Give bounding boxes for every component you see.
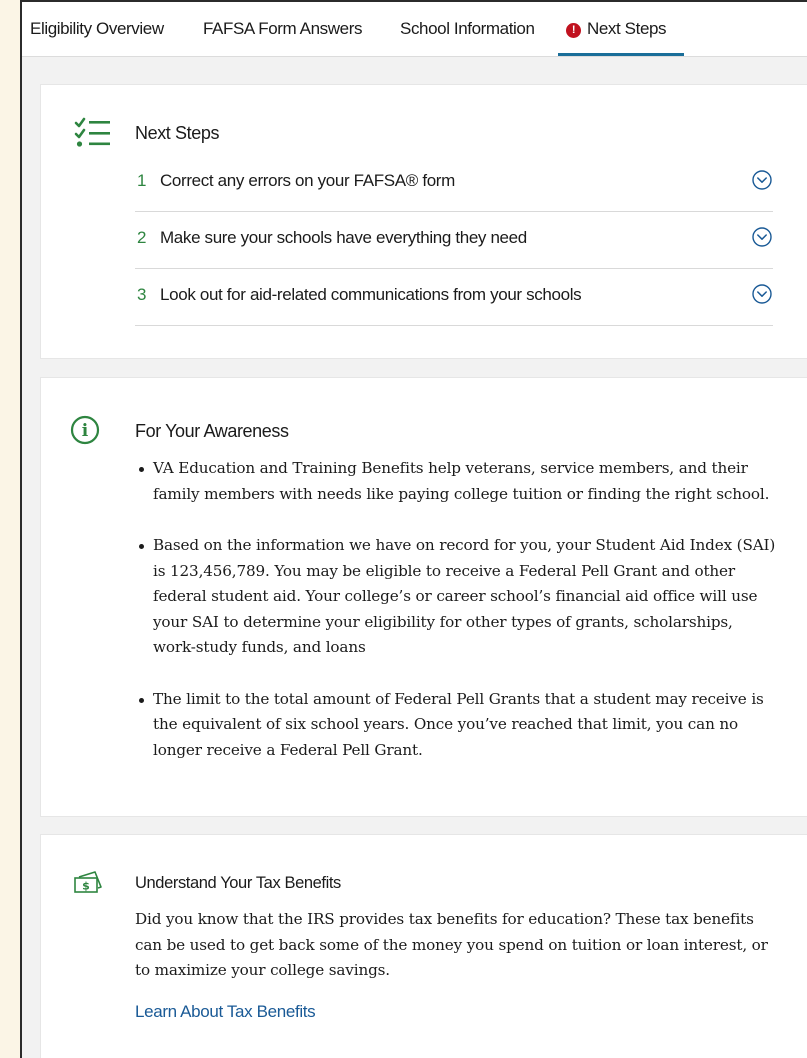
svg-text:i: i	[82, 421, 89, 441]
info-circle-icon: i	[70, 415, 100, 445]
results-panel: Eligibility Overview FAFSA Form Answers …	[20, 0, 807, 1058]
awareness-title: For Your Awareness	[135, 421, 289, 441]
awareness-card: i For Your Awareness VA Education and Tr…	[40, 377, 807, 817]
tab-eligibility-overview[interactable]: Eligibility Overview	[30, 19, 164, 56]
checklist-icon	[74, 117, 110, 147]
tab-fafsa-form-answers[interactable]: FAFSA Form Answers	[203, 19, 362, 56]
alert-icon: !	[566, 23, 581, 38]
step-text: Look out for aid-related communications …	[160, 285, 582, 304]
tab-label: Eligibility Overview	[30, 19, 164, 38]
tax-benefits-body: Did you know that the IRS provides tax b…	[135, 910, 768, 979]
tab-next-steps[interactable]: ! Next Steps	[558, 19, 684, 56]
chevron-down-circle-icon[interactable]	[751, 169, 773, 191]
tab-school-information[interactable]: School Information	[400, 19, 535, 56]
svg-text:$: $	[82, 880, 90, 893]
chevron-down-circle-icon[interactable]	[751, 283, 773, 305]
tax-benefits-card: $ Understand Your Tax Benefits Did you k…	[40, 834, 807, 1058]
step-number: 1	[137, 171, 147, 190]
tax-benefits-title: Understand Your Tax Benefits	[135, 874, 341, 892]
chevron-down-circle-icon[interactable]	[751, 226, 773, 248]
step-item-3[interactable]: 3 Look out for aid-related communication…	[135, 269, 773, 326]
step-number: 3	[137, 285, 147, 304]
awareness-list: VA Education and Training Benefits help …	[139, 456, 779, 789]
step-text: Correct any errors on your FAFSA® form	[160, 171, 455, 190]
money-bill-icon: $	[74, 871, 102, 893]
step-item-2[interactable]: 2 Make sure your schools have everything…	[135, 212, 773, 269]
step-number: 2	[137, 228, 147, 247]
list-item: Based on the information we have on reco…	[139, 533, 779, 661]
list-item: VA Education and Training Benefits help …	[139, 456, 779, 507]
learn-tax-benefits-link[interactable]: Learn About Tax Benefits	[135, 1002, 316, 1022]
tab-label: FAFSA Form Answers	[203, 19, 363, 38]
list-item: The limit to the total amount of Federal…	[139, 687, 779, 764]
next-steps-card: Next Steps 1 Correct any errors on your …	[40, 84, 807, 359]
tab-bar: Eligibility Overview FAFSA Form Answers …	[22, 2, 807, 57]
tab-label: Next Steps	[587, 19, 667, 38]
step-item-1[interactable]: 1 Correct any errors on your FAFSA® form	[135, 155, 773, 212]
tab-label: School Information	[400, 19, 535, 38]
step-text: Make sure your schools have everything t…	[160, 228, 527, 247]
next-steps-title: Next Steps	[135, 123, 220, 143]
